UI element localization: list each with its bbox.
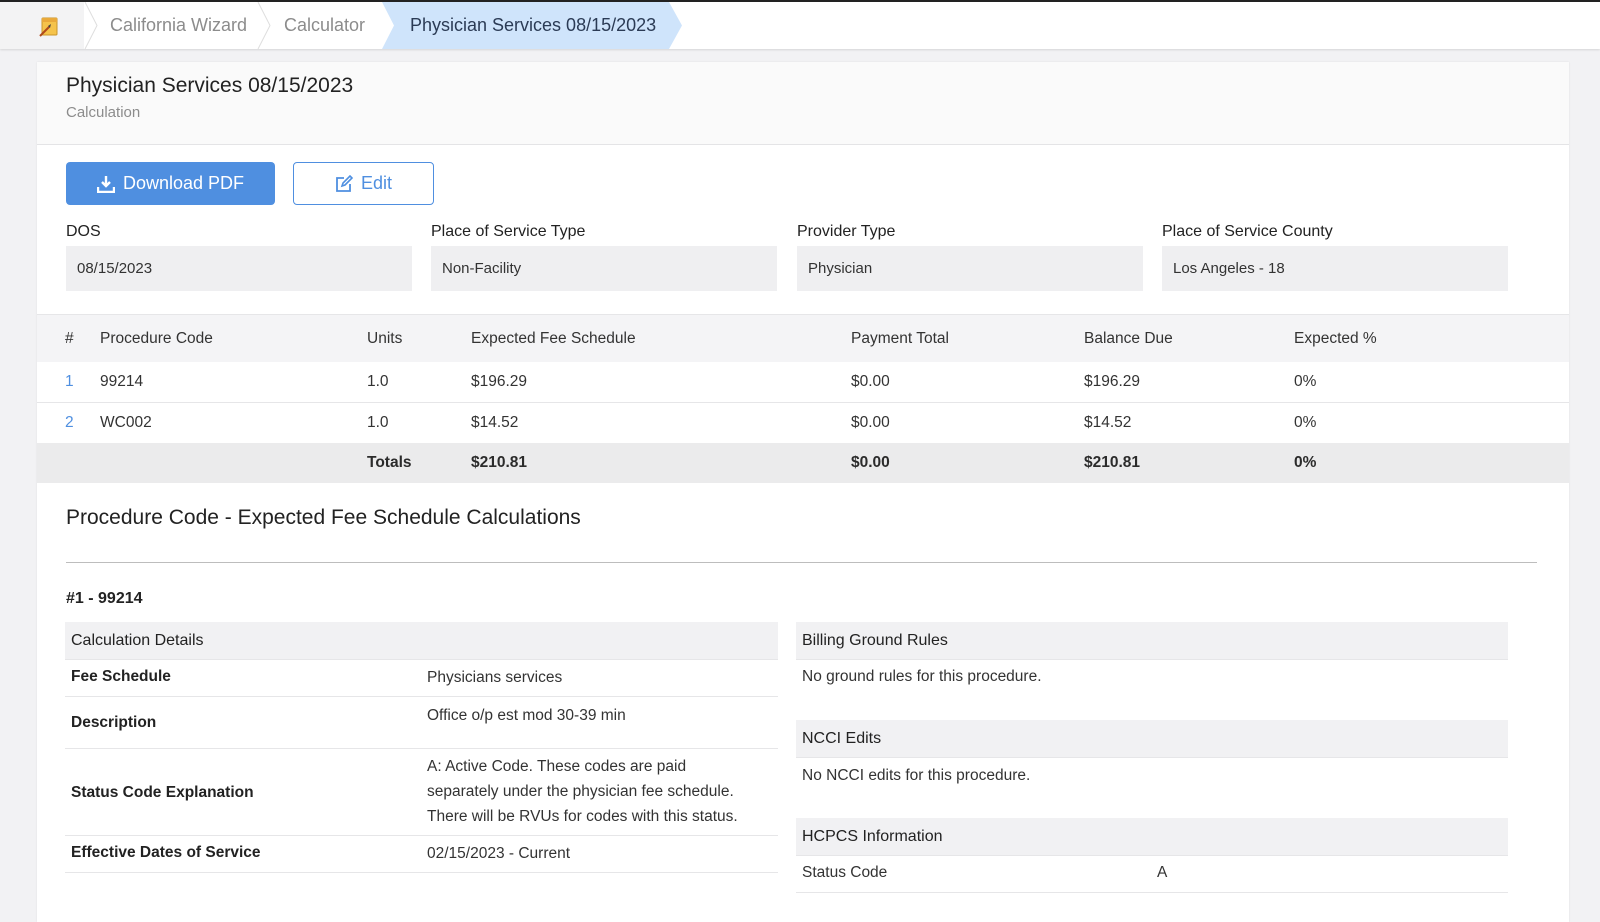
detail-row-description: Description Office o/p est mod 30-39 min [65,697,778,749]
edit-label: Edit [360,173,393,193]
detail-value: Office o/p est mod 30-39 min [427,707,626,724]
hcpcs-information-heading: HCPCS Information [796,818,1508,856]
hcpcs-status-code-row: Status Code A [796,856,1508,893]
breadcrumb-item-california-wizard[interactable]: California Wizard [110,2,247,49]
field-label-place-of-service-county: Place of Service County [1162,223,1333,240]
section-title: Procedure Code - Expected Fee Schedule C… [66,506,581,529]
detail-value-line: separately under the physician fee sched… [427,783,734,800]
field-place-of-service-county: Los Angeles - 18 [1162,246,1508,291]
download-pdf-button[interactable]: Download PDF [66,162,275,205]
table-row: 2 WC002 1.0 $14.52 $0.00 $14.52 0% [37,403,1569,444]
payment-total: $0.00 [851,414,890,431]
hcpcs-status-code-key: Status Code [802,864,888,881]
field-place-of-service-type: Non-Facility [431,246,777,291]
edit-icon [336,174,353,192]
balance-due: $14.52 [1084,414,1132,431]
card-header: Physician Services 08/15/2023 Calculatio… [37,62,1569,145]
detail-key: Effective Dates of Service [71,844,261,861]
breadcrumb: California Wizard Calculator Physician S… [0,0,1600,49]
expected-fee: $196.29 [471,373,528,390]
procedure-code: WC002 [100,414,152,431]
billing-ground-rules-heading: Billing Ground Rules [796,622,1508,660]
ncci-edits-body: No NCCI edits for this procedure. [796,758,1508,795]
calculation-card: Physician Services 08/15/2023 Calculatio… [37,62,1569,922]
detail-value-line: A: Active Code. These codes are paid [427,758,687,775]
totals-label: Totals [367,454,412,471]
units: 1.0 [367,414,389,431]
breadcrumb-separator [257,2,271,49]
row-number-link[interactable]: 1 [65,362,74,402]
column-header-balance-due: Balance Due [1084,330,1173,347]
breadcrumb-item-calculator[interactable]: Calculator [284,2,365,49]
detail-value: 02/15/2023 - Current [427,845,571,862]
edit-button[interactable]: Edit [293,162,434,205]
ncci-edits-text: No NCCI edits for this procedure. [802,767,1031,784]
field-provider-type: Physician [797,246,1143,291]
total-expected-fee: $210.81 [471,454,528,471]
column-header-number: # [65,330,74,347]
column-header-expected-percent: Expected % [1294,330,1377,347]
breadcrumb-separator [84,2,98,49]
column-header-expected-fee-schedule: Expected Fee Schedule [471,330,636,347]
download-pdf-label: Download PDF [122,173,245,193]
total-payment: $0.00 [851,454,890,471]
payment-total: $0.00 [851,373,890,390]
detail-value-line: There will be RVUs for codes with this s… [427,808,738,825]
field-dos: 08/15/2023 [66,246,412,291]
detail-key: Status Code Explanation [71,784,254,801]
calculation-details-heading: Calculation Details [65,622,778,660]
hcpcs-status-code-value: A [1157,864,1168,881]
expected-percent: 0% [1294,414,1317,431]
expected-fee: $14.52 [471,414,519,431]
detail-row-status-code-explanation: Status Code Explanation A: Active Code. … [65,749,778,836]
balance-due: $196.29 [1084,373,1141,390]
table-row: 1 99214 1.0 $196.29 $0.00 $196.29 0% [37,362,1569,403]
procedure-heading: #1 - 99214 [66,590,143,607]
procedure-code: 99214 [100,373,144,390]
detail-key: Fee Schedule [71,668,171,685]
column-header-units: Units [367,330,403,347]
page-title: Physician Services 08/15/2023 [66,74,354,97]
field-label-place-of-service-type: Place of Service Type [431,223,586,240]
billing-ground-rules-body: No ground rules for this procedure. [796,660,1508,697]
expected-percent: 0% [1294,373,1317,390]
row-number-link[interactable]: 2 [65,403,74,443]
detail-value: Physicians services [427,669,563,686]
divider [66,562,1537,563]
table-totals-row: Totals $210.81 $0.00 $210.81 0% [37,443,1569,483]
field-label-provider-type: Provider Type [797,223,896,240]
total-expected-percent: 0% [1294,454,1317,471]
units: 1.0 [367,373,389,390]
billing-ground-rules-text: No ground rules for this procedure. [802,668,1042,685]
download-icon [96,175,115,193]
breadcrumb-active-label: Physician Services 08/15/2023 [410,15,657,35]
column-header-procedure-code: Procedure Code [100,330,213,347]
home-icon [39,17,58,37]
table-header: # Procedure Code Units Expected Fee Sche… [37,314,1569,364]
column-header-payment-total: Payment Total [851,330,949,347]
detail-row-effective-dates: Effective Dates of Service 02/15/2023 - … [65,836,778,873]
ncci-edits-heading: NCCI Edits [796,720,1508,758]
field-label-dos: DOS [66,223,101,240]
total-balance-due: $210.81 [1084,454,1141,471]
page-subtitle: Calculation [66,104,141,121]
breadcrumb-home[interactable] [0,2,84,49]
detail-row-fee-schedule: Fee Schedule Physicians services [65,660,778,697]
detail-key: Description [71,714,157,731]
